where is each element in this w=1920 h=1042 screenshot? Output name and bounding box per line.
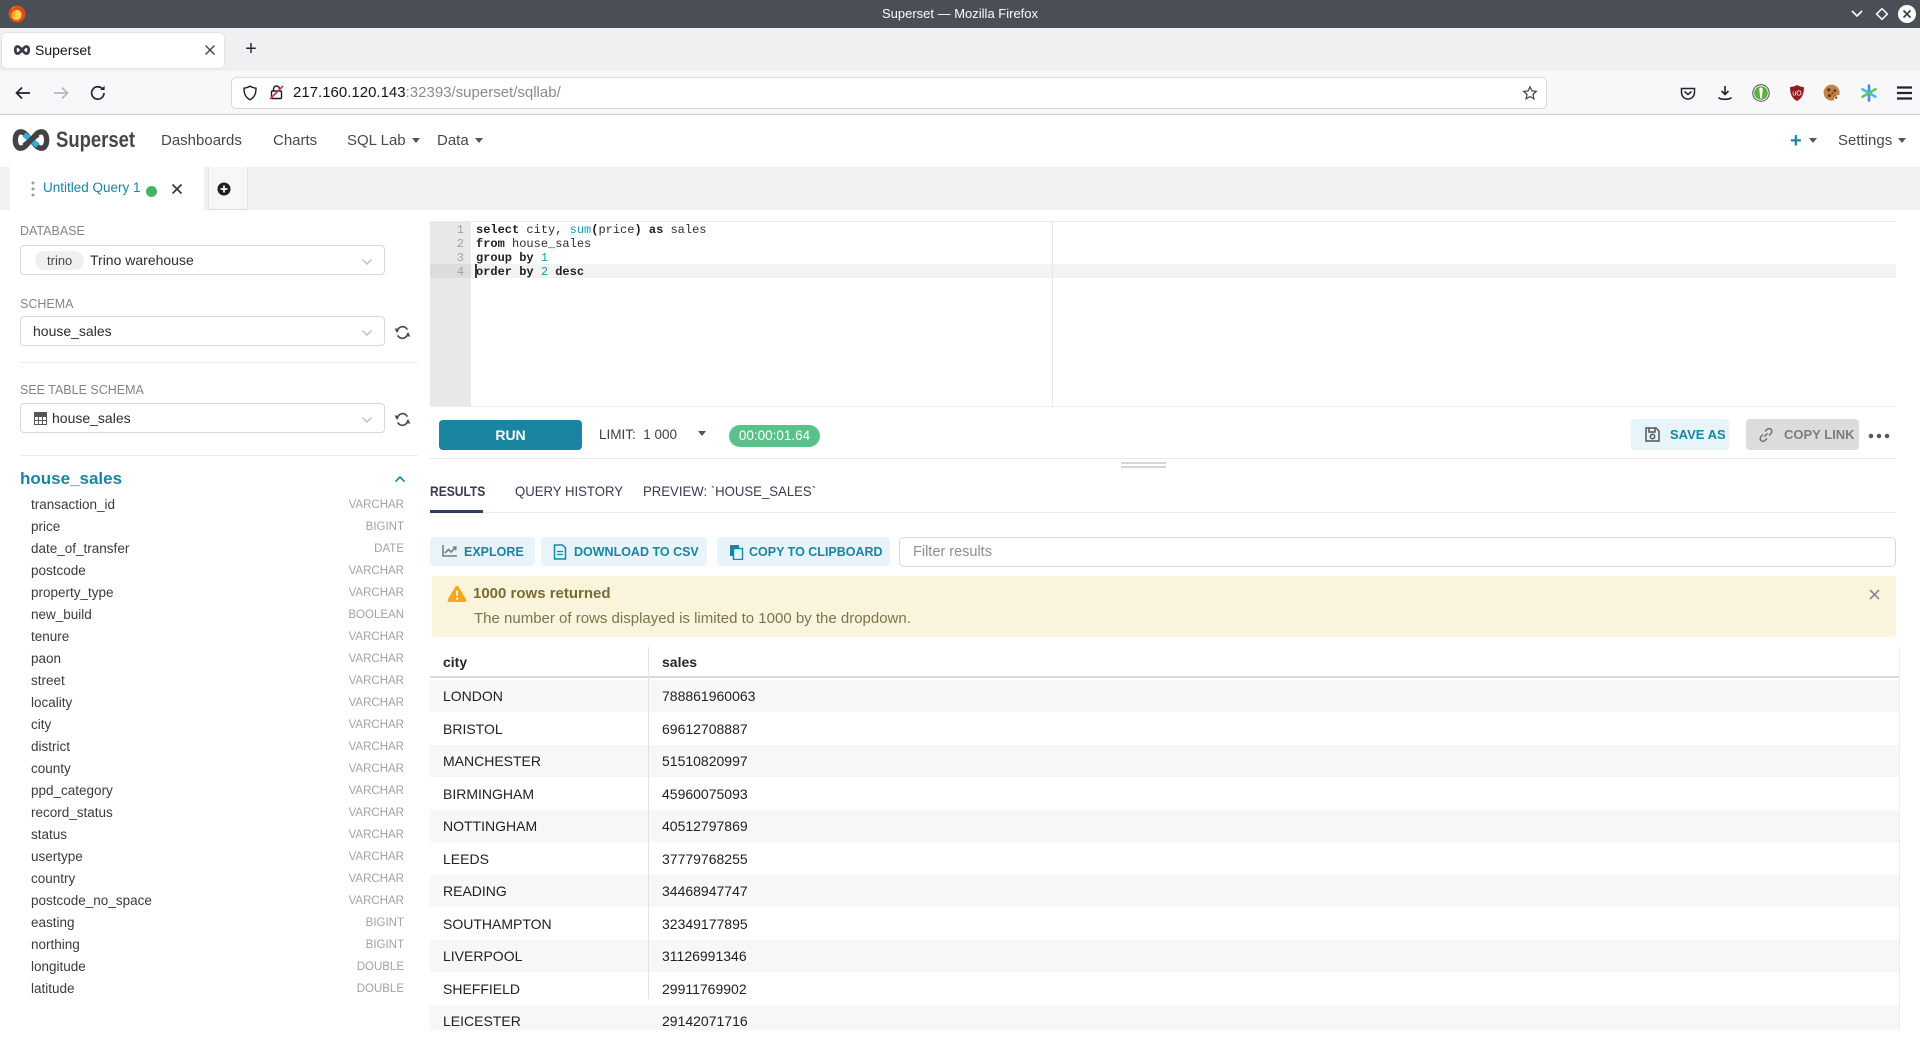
- svg-text:uO: uO: [1792, 91, 1802, 98]
